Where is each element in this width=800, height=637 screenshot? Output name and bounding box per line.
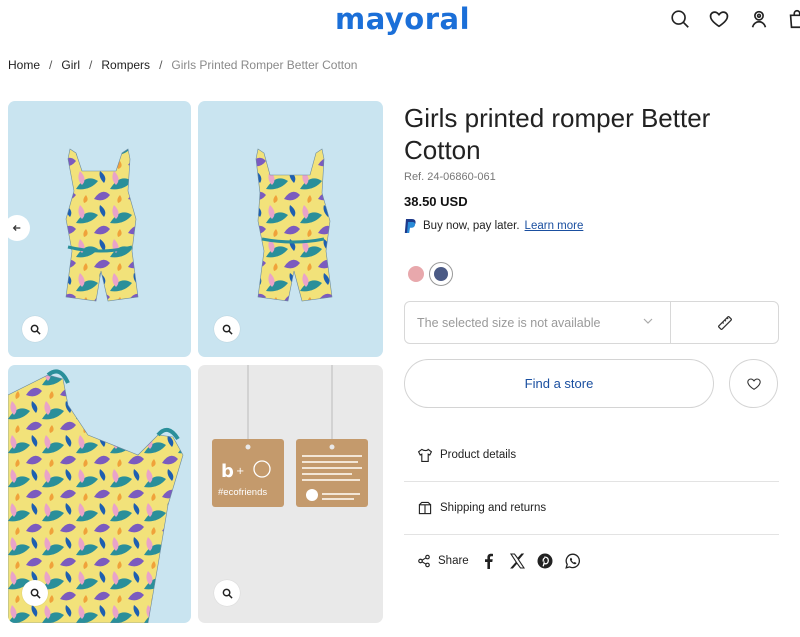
find-store-button[interactable]: Find a store [404,359,714,408]
breadcrumb-home[interactable]: Home [8,58,40,72]
divider [404,481,779,482]
breadcrumb-separator: / [49,58,53,72]
breadcrumb-separator: / [89,58,93,72]
breadcrumb: Home / Girl / Rompers / Girls Printed Ro… [8,58,357,72]
paypal-banner: Buy now, pay later. Learn more [404,219,583,233]
product-title: Girls printed romper Better Cotton [404,103,711,165]
svg-text:+: + [236,466,244,477]
facebook-icon[interactable] [481,553,497,569]
share-bar: Share [404,553,581,569]
paypal-text: Buy now, pay later. [423,220,520,232]
breadcrumb-rompers[interactable]: Rompers [101,58,150,72]
zoom-button[interactable] [214,316,240,342]
product-ref: Ref. 24-06860-061 [404,171,496,183]
size-selector: The selected size is not available [404,301,779,344]
search-icon[interactable] [669,8,691,30]
heart-icon[interactable] [708,8,730,30]
heart-icon [746,377,761,390]
chevron-down-icon [643,318,653,324]
bag-icon[interactable] [786,8,800,30]
share-label: Share [438,555,469,567]
breadcrumb-girl[interactable]: Girl [61,58,80,72]
pinterest-icon[interactable] [537,553,553,569]
product-details-toggle[interactable]: Product details [404,447,779,463]
ruler-icon [718,315,732,330]
color-swatch-pink[interactable] [408,266,424,282]
product-page: mayoral Home / Girl / Rompers / Girls Pr… [0,0,800,637]
size-dropdown[interactable]: The selected size is not available [405,302,671,343]
shipping-returns-toggle[interactable]: Shipping and returns [404,500,779,516]
shipping-returns-label: Shipping and returns [440,502,547,514]
product-details-label: Product details [440,449,517,461]
svg-text:b: b [221,461,234,482]
gallery-image-detail[interactable] [8,365,191,623]
zoom-icon [30,588,41,599]
gallery-image-front[interactable] [8,101,191,357]
size-placeholder: The selected size is not available [417,315,601,330]
tshirt-icon [417,448,433,462]
zoom-icon [222,588,233,599]
product-price: 38.50 USD [404,194,468,209]
box-icon [418,501,432,515]
add-to-wishlist-button[interactable] [729,359,778,408]
x-icon[interactable] [509,553,525,569]
gallery-image-tag[interactable]: b + #ecofriends [198,365,383,623]
breadcrumb-current: Girls Printed Romper Better Cotton [171,58,358,72]
color-swatch-blue[interactable] [434,267,448,281]
mayoral-logo[interactable]: mayoral [335,2,470,36]
zoom-button[interactable] [214,580,240,606]
share-icon [418,554,430,568]
user-icon[interactable] [748,8,770,30]
breadcrumb-separator: / [159,58,163,72]
zoom-icon [222,324,233,335]
eco-tag-text: #ecofriends [218,487,268,498]
zoom-button[interactable] [22,580,48,606]
whatsapp-icon[interactable] [564,553,581,569]
divider [404,534,779,535]
learn-more-link[interactable]: Learn more [525,220,584,232]
size-guide-button[interactable] [671,302,779,343]
gallery-image-back[interactable] [198,101,383,357]
zoom-button[interactable] [22,316,48,342]
zoom-icon [30,324,41,335]
paypal-icon [404,219,416,233]
arrow-left-icon [12,225,21,231]
